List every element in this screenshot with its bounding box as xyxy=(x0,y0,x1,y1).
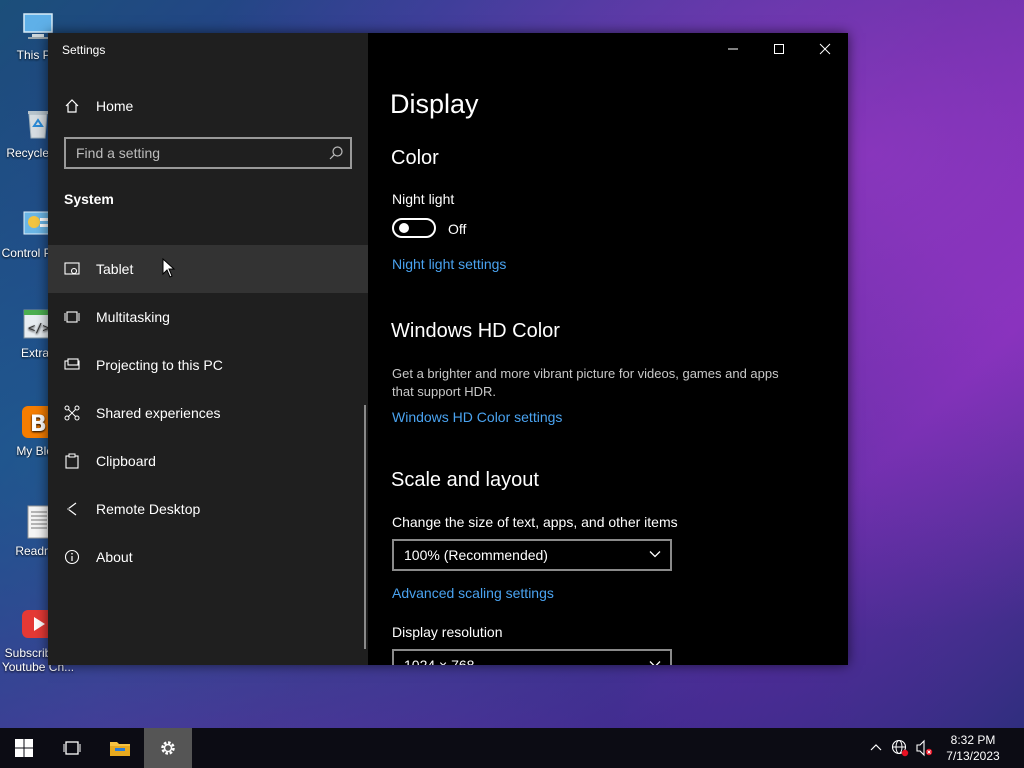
taskbar: 8:32 PM 7/13/2023 xyxy=(0,728,1024,768)
multitasking-icon xyxy=(64,309,80,325)
sidebar-item-label: Clipboard xyxy=(96,453,156,469)
resolution-label: Display resolution xyxy=(392,624,503,640)
windows-logo-icon xyxy=(15,739,33,757)
scale-dropdown[interactable]: 100% (Recommended) xyxy=(392,539,672,571)
section-heading-scale: Scale and layout xyxy=(391,469,539,491)
clock[interactable]: 8:32 PM 7/13/2023 xyxy=(936,732,1010,764)
svg-text:B: B xyxy=(30,412,47,437)
task-view-button[interactable] xyxy=(48,728,96,768)
shared-experiences-icon xyxy=(64,405,80,421)
window-title: Settings xyxy=(62,43,106,57)
night-light-toggle[interactable] xyxy=(392,218,436,238)
projecting-icon xyxy=(64,357,80,373)
hd-color-description-line1: Get a brighter and more vibrant picture … xyxy=(392,366,779,381)
clock-date: 7/13/2023 xyxy=(946,749,1000,763)
toggle-knob xyxy=(399,223,409,233)
scale-dropdown-value: 100% (Recommended) xyxy=(404,547,548,563)
content-pane: Display Color Night light Off Night ligh… xyxy=(368,33,848,665)
sidebar-item-projecting[interactable]: Projecting to this PC xyxy=(48,341,368,389)
search-input[interactable] xyxy=(66,139,316,167)
settings-window: Settings Home System Tablet Multitasking xyxy=(48,33,848,665)
section-heading-color: Color xyxy=(391,147,439,169)
home-icon xyxy=(64,98,80,114)
resolution-dropdown-value: 1024 × 768 xyxy=(404,657,475,665)
close-button[interactable] xyxy=(802,33,848,65)
scale-size-label: Change the size of text, apps, and other… xyxy=(392,514,678,530)
sidebar-item-label: About xyxy=(96,549,133,565)
sidebar-item-label: Shared experiences xyxy=(96,405,221,421)
network-globe-icon[interactable] xyxy=(888,728,912,768)
gear-icon xyxy=(161,741,175,755)
window-controls xyxy=(710,33,848,65)
night-light-state: Off xyxy=(448,221,467,237)
night-light-label: Night light xyxy=(392,191,455,207)
info-icon xyxy=(64,549,80,565)
sidebar-item-about[interactable]: About xyxy=(48,533,368,581)
remote-desktop-icon xyxy=(64,501,80,517)
sidebar-item-label: Projecting to this PC xyxy=(96,357,223,373)
navigation-pane: Settings Home System Tablet Multitasking xyxy=(48,33,368,665)
clock-time: 8:32 PM xyxy=(950,733,996,747)
clipboard-icon xyxy=(64,453,80,469)
search-icon[interactable] xyxy=(328,145,344,165)
section-title-system: System xyxy=(64,191,114,207)
advanced-scaling-link[interactable]: Advanced scaling settings xyxy=(392,585,554,601)
file-explorer-button[interactable] xyxy=(96,728,144,768)
sidebar-item-clipboard[interactable]: Clipboard xyxy=(48,437,368,485)
search-box[interactable] xyxy=(64,137,352,169)
hd-color-description-line2: that support HDR. xyxy=(392,384,497,399)
folder-icon xyxy=(110,742,130,756)
volume-muted-icon[interactable] xyxy=(912,728,936,768)
maximize-button[interactable] xyxy=(756,33,802,65)
section-heading-hd-color: Windows HD Color xyxy=(391,320,560,342)
nav-home[interactable]: Home xyxy=(48,82,368,130)
nav-scrollbar[interactable] xyxy=(364,405,366,649)
sidebar-item-tablet[interactable]: Tablet xyxy=(48,245,368,293)
chevron-down-icon xyxy=(648,656,662,665)
sidebar-item-label: Remote Desktop xyxy=(96,501,201,517)
settings-taskbar-button[interactable] xyxy=(144,728,192,768)
mouse-cursor-icon xyxy=(162,257,176,282)
system-tray: 8:32 PM 7/13/2023 xyxy=(864,728,1024,768)
sidebar-item-label: Tablet xyxy=(96,261,134,277)
chevron-down-icon xyxy=(648,546,662,565)
sidebar-item-multitasking[interactable]: Multitasking xyxy=(48,293,368,341)
sidebar-item-remote-desktop[interactable]: Remote Desktop xyxy=(48,485,368,533)
start-button[interactable] xyxy=(0,728,48,768)
night-light-settings-link[interactable]: Night light settings xyxy=(392,256,506,272)
tablet-mode-icon xyxy=(64,261,80,277)
hd-color-settings-link[interactable]: Windows HD Color settings xyxy=(392,409,562,425)
page-title: Display xyxy=(390,89,479,119)
chevron-up-icon[interactable] xyxy=(864,728,888,768)
sidebar-item-label: Multitasking xyxy=(96,309,170,325)
svg-text:</>: </> xyxy=(28,321,50,335)
resolution-dropdown[interactable]: 1024 × 768 xyxy=(392,649,672,665)
task-view-icon xyxy=(63,741,81,755)
sidebar-item-shared-experiences[interactable]: Shared experiences xyxy=(48,389,368,437)
nav-home-label: Home xyxy=(96,98,134,114)
minimize-button[interactable] xyxy=(710,33,756,65)
